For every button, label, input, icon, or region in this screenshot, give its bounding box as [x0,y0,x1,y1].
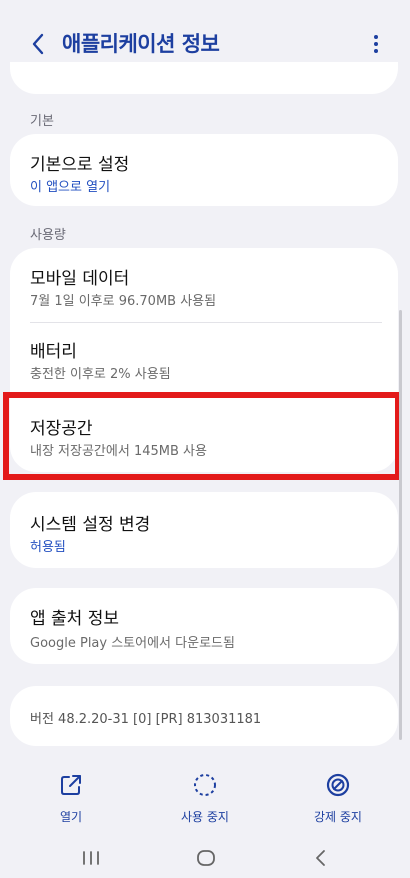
force-stop-button[interactable]: 강제 중지 [288,760,388,826]
home-icon [197,850,215,866]
section-label-usage: 사용량 [30,228,66,243]
more-vertical-icon [374,35,378,53]
default-settings-sub: 이 앱으로 열기 [30,180,111,195]
disable-button[interactable]: 사용 중지 [155,760,255,826]
battery-item[interactable]: 배터리 충전한 이후로 2% 사용됨 [10,323,398,393]
scrollbar[interactable] [399,310,402,740]
open-button[interactable]: 열기 [21,760,121,826]
system-settings-card: 시스템 설정 변경 허용됨 [10,492,398,568]
more-options-button[interactable] [364,30,388,58]
system-settings-item[interactable]: 시스템 설정 변경 허용됨 [10,492,398,568]
recent-apps-button[interactable] [76,846,106,870]
back-nav-button[interactable] [306,846,336,870]
app-source-sub: Google Play 스토어에서 다운로드됨 [30,636,235,651]
disable-label: 사용 중지 [181,810,229,824]
home-button[interactable] [191,846,221,870]
page-title: 애플리케이션 정보 [62,32,220,56]
battery-sub: 충전한 이후로 2% 사용됨 [30,367,171,382]
version-card: 버전 48.2.20-31 [0] [PR] 813031181 [10,686,398,746]
previous-card-bottom [10,62,398,94]
mobile-data-sub: 7월 1일 이후로 96.70MB 사용됨 [30,294,217,309]
default-settings-title: 기본으로 설정 [30,155,130,175]
version-text: 버전 48.2.20-31 [0] [PR] 813031181 [30,712,262,727]
app-source-item[interactable]: 앱 출처 정보 Google Play 스토어에서 다운로드됨 [10,588,398,664]
force-stop-icon [326,773,350,797]
section-label-basic: 기본 [30,114,54,129]
back-arrow-icon [32,33,44,55]
system-settings-title: 시스템 설정 변경 [30,515,151,535]
basic-card: 기본으로 설정 이 앱으로 열기 [10,134,398,206]
open-label: 열기 [59,810,83,824]
open-external-icon [61,775,81,795]
mobile-data-title: 모바일 데이터 [30,269,130,289]
back-button[interactable] [24,28,52,60]
app-source-card: 앱 출처 정보 Google Play 스토어에서 다운로드됨 [10,588,398,664]
recent-apps-icon [83,851,99,865]
system-settings-sub: 허용됨 [30,540,66,555]
force-stop-label: 강제 중지 [314,810,362,824]
mobile-data-item[interactable]: 모바일 데이터 7월 1일 이후로 96.70MB 사용됨 [10,248,398,322]
default-settings-item[interactable]: 기본으로 설정 이 앱으로 열기 [10,134,398,206]
disable-icon [194,774,216,796]
back-chevron-icon [316,850,325,866]
app-source-title: 앱 출처 정보 [30,609,120,629]
system-navigation-bar [0,836,410,878]
battery-title: 배터리 [30,342,77,362]
bottom-action-bar: 열기 사용 중지 강제 중지 [0,760,410,830]
storage-highlight-box [3,392,401,480]
